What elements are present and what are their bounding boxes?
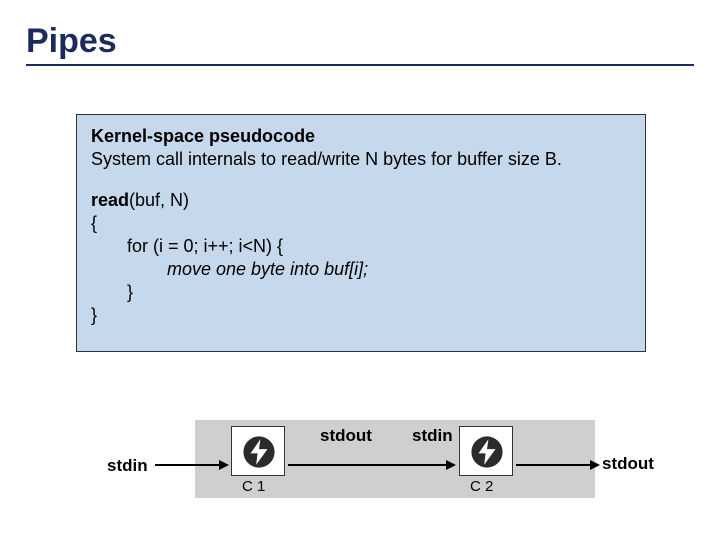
arrowhead-icon	[446, 460, 456, 470]
bolt-icon	[470, 435, 504, 469]
title-underline	[26, 64, 694, 66]
process-c1-box	[231, 426, 285, 476]
code-fn-params: (buf, N)	[129, 190, 189, 210]
pipe-diagram: C 1 C 2	[195, 420, 595, 498]
process-c2-label: C 2	[470, 478, 493, 495]
process-c2-box	[459, 426, 513, 476]
codebox-header-bold: Kernel-space pseudocode	[91, 126, 315, 146]
code-brace-close: }	[91, 304, 631, 327]
label-stdin-mid: stdin	[412, 426, 453, 446]
arrowhead-icon	[219, 460, 229, 470]
pseudocode-box: Kernel-space pseudocode System call inte…	[76, 114, 646, 352]
code-move-line: move one byte into buf[i];	[91, 258, 631, 281]
process-c1-label: C 1	[242, 478, 265, 495]
codebox-header: Kernel-space pseudocode	[91, 125, 631, 148]
label-stdin-left: stdin	[107, 456, 148, 476]
code-for-line: for (i = 0; i++; i<N) {	[91, 235, 631, 258]
arrow-c2-to-stdout	[516, 464, 592, 466]
code-fn-name: read	[91, 190, 129, 210]
arrowhead-icon	[590, 460, 600, 470]
code-inner-brace-close: }	[91, 281, 631, 304]
codebox-subheader: System call internals to read/write N by…	[91, 148, 631, 171]
code-brace-open: {	[91, 212, 631, 235]
arrow-stdin-to-c1	[155, 464, 221, 466]
slide-title: Pipes	[26, 22, 117, 61]
code-fn-sig: read(buf, N)	[91, 189, 631, 212]
label-stdout-mid: stdout	[320, 426, 372, 446]
arrow-c1-to-c2	[288, 464, 448, 466]
label-stdout-right: stdout	[602, 454, 654, 474]
bolt-icon	[242, 435, 276, 469]
blank-line	[91, 171, 631, 189]
